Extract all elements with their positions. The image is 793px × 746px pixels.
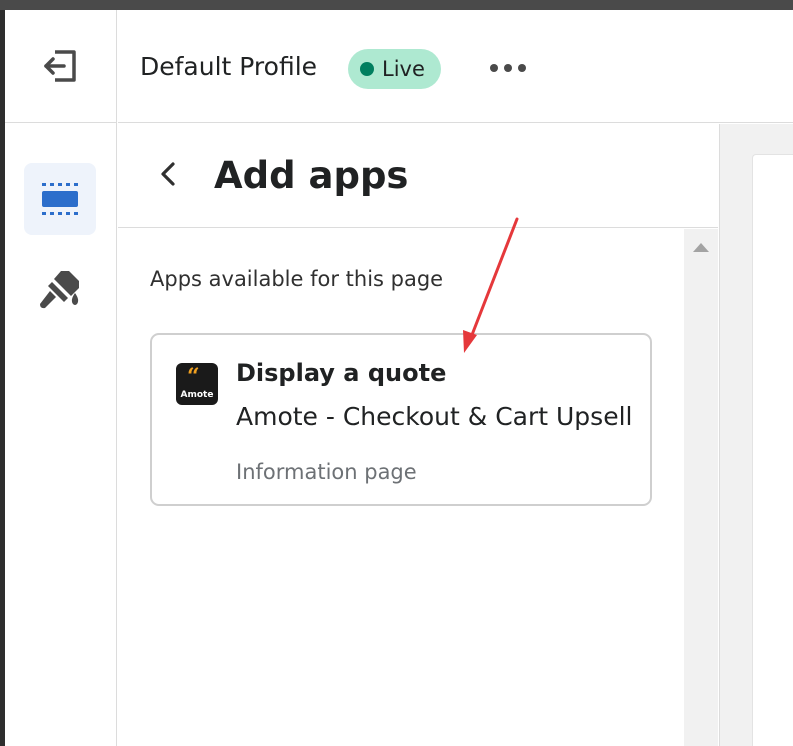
amote-app-icon: “ Amote <box>176 363 218 405</box>
status-badge-label: Live <box>382 57 425 81</box>
sidebar-item-sections[interactable] <box>24 163 96 235</box>
preview-page <box>752 154 793 746</box>
preview-area <box>719 124 793 746</box>
status-badge: Live <box>348 49 441 89</box>
app-name: Amote - Checkout & Cart Upsell <box>236 402 633 431</box>
sections-icon <box>42 183 78 215</box>
exit-editor-icon <box>43 50 76 82</box>
window-top-strip <box>0 0 793 10</box>
page-type: Information page <box>236 460 417 484</box>
more-actions-button[interactable] <box>490 56 526 80</box>
status-dot-icon <box>360 62 374 76</box>
section-label: Apps available for this page <box>150 267 444 291</box>
exit-editor-button[interactable] <box>5 10 117 123</box>
profile-name[interactable]: Default Profile <box>140 52 317 81</box>
sidebar-item-theme-settings[interactable] <box>24 253 96 325</box>
scroll-up-arrow-icon[interactable] <box>693 243 709 252</box>
panel-scrollbar[interactable] <box>684 229 718 746</box>
panel-header: Add apps <box>118 124 718 228</box>
panel-body: Apps available for this page “ Amote Dis… <box>118 229 684 746</box>
app-block-card[interactable]: “ Amote Display a quote Amote - Checkout… <box>150 333 652 506</box>
app-block-title: Display a quote <box>236 359 447 387</box>
sidebar-rail <box>5 123 117 746</box>
editor-header: Default Profile Live <box>118 10 793 123</box>
more-horizontal-icon <box>490 64 498 72</box>
chevron-left-icon[interactable] <box>156 160 180 188</box>
theme-settings-brush-icon <box>40 271 79 309</box>
panel-title: Add apps <box>214 154 409 197</box>
